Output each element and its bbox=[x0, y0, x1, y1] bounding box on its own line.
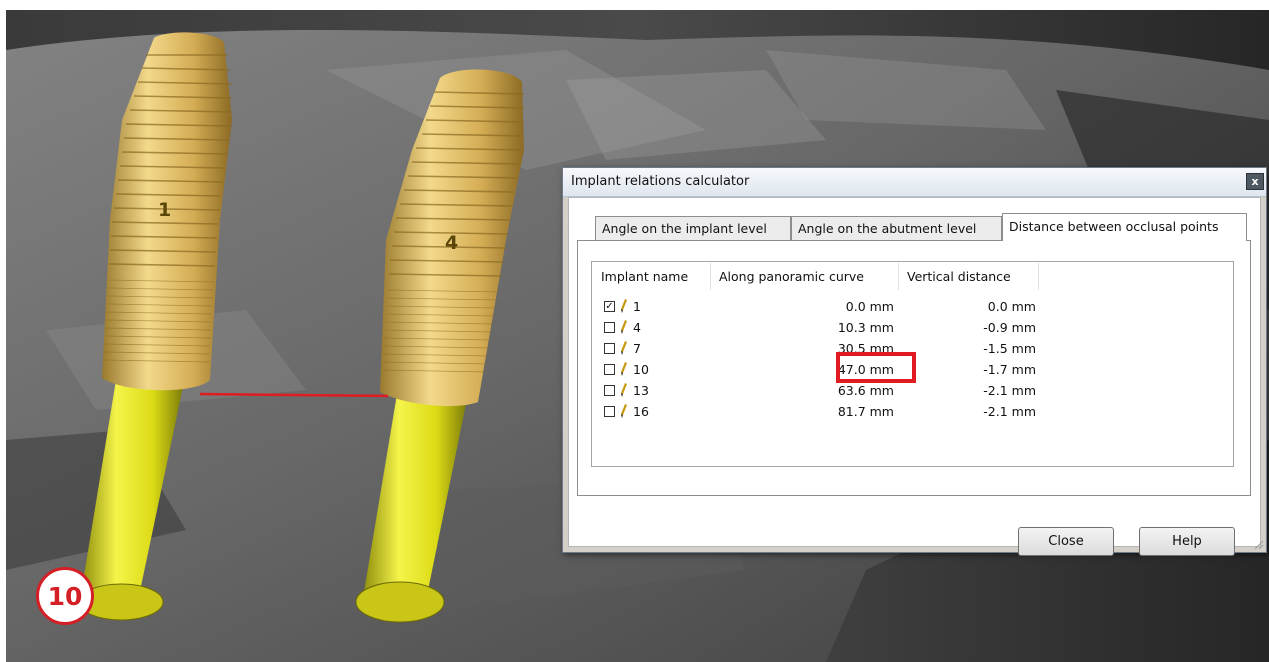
resize-grip-icon[interactable] bbox=[1252, 538, 1264, 550]
vertical-distance: -2.1 mm bbox=[983, 383, 1036, 398]
pencil-icon bbox=[621, 299, 627, 313]
close-button[interactable]: Close bbox=[1018, 527, 1114, 556]
table-row[interactable]: ✓ 1 0.0 mm 0.0 mm bbox=[592, 297, 1233, 318]
table-row[interactable]: 4 10.3 mm -0.9 mm bbox=[592, 318, 1233, 339]
vertical-distance: -2.1 mm bbox=[983, 404, 1036, 419]
column-header-panoramic-curve[interactable]: Along panoramic curve bbox=[711, 263, 899, 290]
dialog-title: Implant relations calculator bbox=[571, 174, 750, 189]
pencil-icon bbox=[621, 341, 627, 355]
tab-distance-occlusal-points[interactable]: Distance between occlusal points bbox=[1002, 213, 1247, 241]
dialog-titlebar[interactable]: Implant relations calculator x bbox=[563, 168, 1266, 197]
step-number-badge: 10 bbox=[36, 567, 94, 625]
table-row[interactable]: 13 63.6 mm -2.1 mm bbox=[592, 381, 1233, 402]
row-checkbox[interactable] bbox=[604, 364, 615, 375]
panoramic-distance: 63.6 mm bbox=[837, 383, 894, 398]
screenshot-frame: 1 4 10 Implant relations calculator x An… bbox=[0, 0, 1269, 662]
pencil-icon bbox=[621, 404, 627, 418]
help-button[interactable]: Help bbox=[1139, 527, 1235, 556]
implant-4-label: 4 bbox=[445, 232, 458, 254]
column-header-vertical-distance[interactable]: Vertical distance bbox=[899, 263, 1039, 290]
pencil-icon bbox=[621, 362, 627, 376]
table-row[interactable]: 16 81.7 mm -2.1 mm bbox=[592, 402, 1233, 423]
row-checkbox[interactable] bbox=[604, 406, 615, 417]
row-checkbox[interactable]: ✓ bbox=[604, 301, 615, 312]
implant-name: 7 bbox=[633, 341, 641, 356]
implant-1-label: 1 bbox=[158, 199, 171, 221]
implant-name: 10 bbox=[633, 362, 649, 377]
implant-name: 1 bbox=[633, 299, 641, 314]
value-highlight-box bbox=[836, 352, 916, 383]
row-checkbox[interactable] bbox=[604, 322, 615, 333]
pencil-icon bbox=[621, 383, 627, 397]
pencil-icon bbox=[621, 320, 627, 334]
tab-angle-implant-level[interactable]: Angle on the implant level bbox=[595, 216, 791, 240]
panoramic-distance: 0.0 mm bbox=[845, 299, 894, 314]
tab-angle-abutment-level[interactable]: Angle on the abutment level bbox=[791, 216, 1002, 240]
row-checkbox[interactable] bbox=[604, 343, 615, 354]
row-checkbox[interactable] bbox=[604, 385, 615, 396]
vertical-distance: 0.0 mm bbox=[987, 299, 1036, 314]
implant-name: 16 bbox=[633, 404, 649, 419]
panoramic-distance: 10.3 mm bbox=[837, 320, 894, 335]
dialog-body: Angle on the implant level Angle on the … bbox=[568, 197, 1261, 556]
implant-name: 13 bbox=[633, 383, 649, 398]
vertical-distance: -0.9 mm bbox=[983, 320, 1036, 335]
panoramic-distance: 81.7 mm bbox=[837, 404, 894, 419]
close-icon[interactable]: x bbox=[1246, 173, 1264, 190]
implant-name: 4 bbox=[633, 320, 641, 335]
column-header-implant-name[interactable]: Implant name bbox=[593, 263, 711, 290]
implant-relations-dialog: Implant relations calculator x Angle on … bbox=[562, 167, 1267, 556]
